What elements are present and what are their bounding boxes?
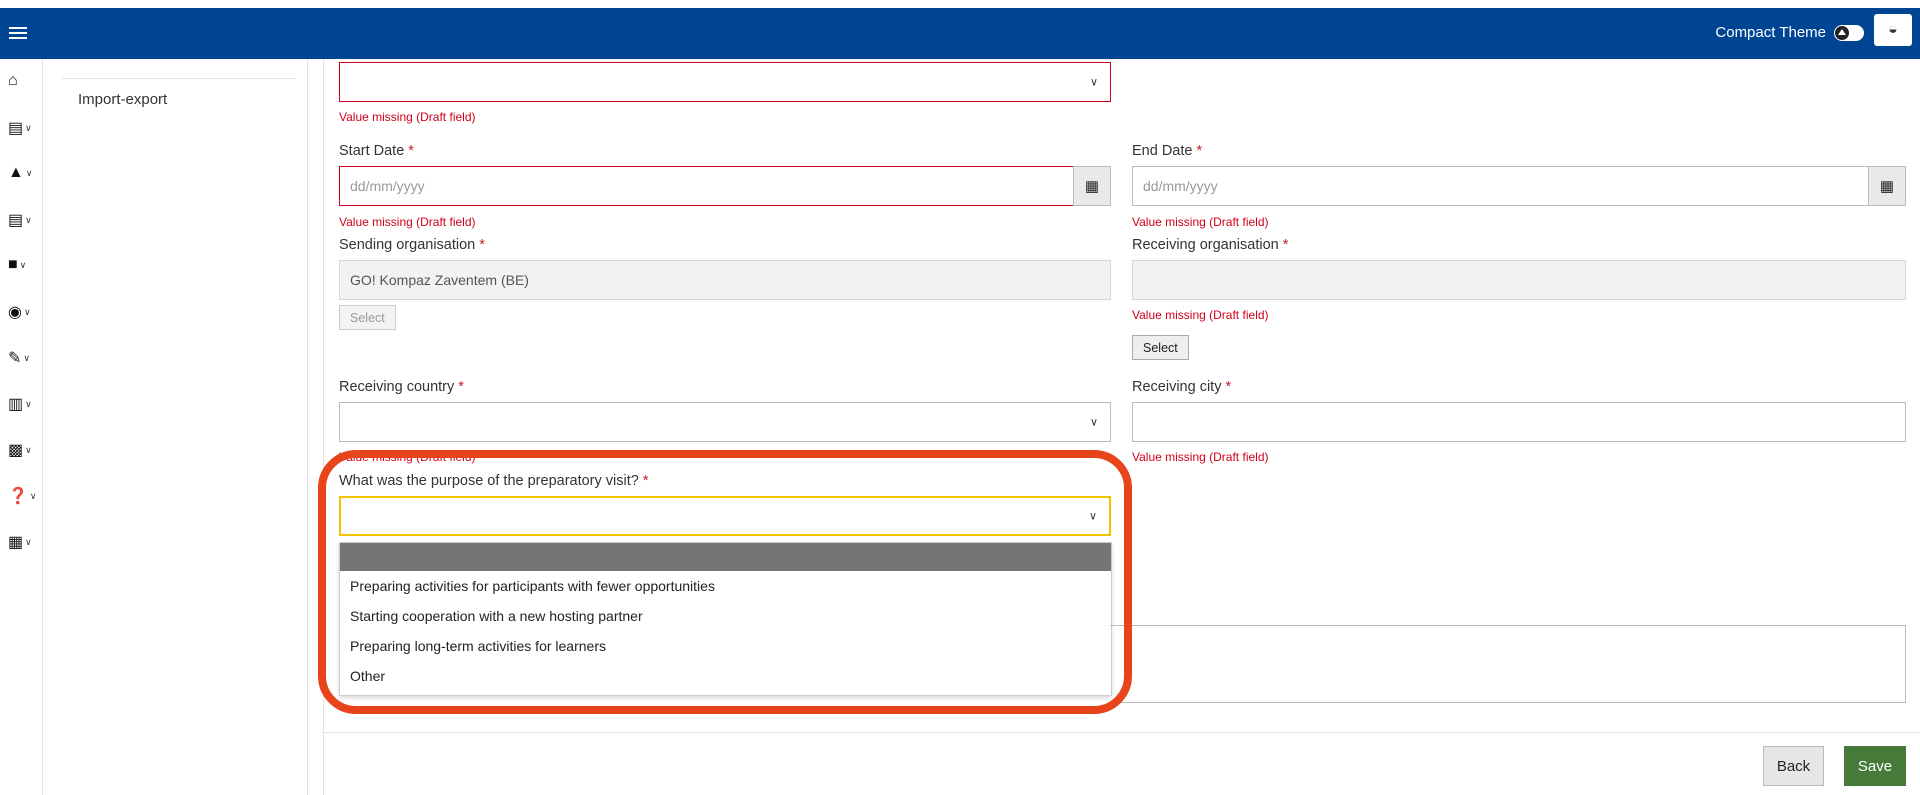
- toggle-switch[interactable]: [1834, 24, 1864, 41]
- sending-org-select-button[interactable]: Select: [339, 305, 396, 330]
- end-date-input[interactable]: dd/mm/yyyy: [1132, 166, 1870, 206]
- building-icon[interactable]: ▥ ∨: [8, 394, 32, 414]
- chevron-down-icon: ∨: [1089, 416, 1098, 429]
- start-date-label: Start Date *: [339, 143, 414, 159]
- description-textarea[interactable]: [1110, 625, 1906, 703]
- library-icon[interactable]: ▦ ∨: [8, 532, 32, 552]
- dropdown-highlighted-option[interactable]: [340, 543, 1111, 571]
- document-icon[interactable]: ▤ ∨: [8, 210, 32, 230]
- receiving-org-select-button[interactable]: Select: [1132, 335, 1189, 360]
- receiving-city-input[interactable]: [1132, 402, 1906, 442]
- icon-rail: ⌂ ▤ ∨ ▲ ∨ ▤ ∨ ■ ∨ ◉ ∨ ✎ ∨ ▥ ∨ ▩ ∨ ❓ ∨ ▦ ∨: [0, 59, 43, 795]
- footer-divider: [324, 732, 1920, 733]
- signature-icon[interactable]: ✎ ∨: [8, 348, 30, 368]
- save-button[interactable]: Save: [1844, 746, 1906, 786]
- receiving-country-error: Value missing (Draft field): [339, 450, 476, 464]
- chevron-down-icon: ∨: [1089, 76, 1098, 89]
- calendar-icon[interactable]: ▦: [1073, 166, 1111, 206]
- purpose-select[interactable]: ∨: [339, 496, 1111, 536]
- top-error: Value missing (Draft field): [339, 110, 476, 124]
- receiving-country-label: Receiving country *: [339, 379, 464, 395]
- start-date-placeholder: dd/mm/yyyy: [350, 178, 425, 194]
- end-date-label: End Date *: [1132, 143, 1203, 159]
- gamepad-icon[interactable]: ◉ ∨: [8, 302, 31, 322]
- hamburger-icon[interactable]: [9, 24, 27, 42]
- end-date-error: Value missing (Draft field): [1132, 215, 1269, 229]
- import-export-link[interactable]: Import-export: [78, 91, 167, 108]
- purpose-label: What was the purpose of the preparatory …: [339, 473, 649, 489]
- end-date-placeholder: dd/mm/yyyy: [1143, 178, 1218, 194]
- chevron-down-icon: ∨: [1088, 510, 1097, 523]
- sending-org-field: GO! Kompaz Zaventem (BE): [339, 260, 1111, 300]
- dropdown-option[interactable]: Preparing activities for participants wi…: [340, 571, 1111, 601]
- hand-icon[interactable]: ■ ∨: [8, 256, 26, 274]
- divider: [62, 78, 295, 79]
- dropdown-option[interactable]: Starting cooperation with a new hosting …: [340, 601, 1111, 631]
- start-date-error: Value missing (Draft field): [339, 215, 476, 229]
- help-icon[interactable]: ❓ ∨: [8, 486, 37, 506]
- receiving-city-label: Receiving city *: [1132, 379, 1232, 395]
- calendar-icon[interactable]: ▦: [1868, 166, 1906, 206]
- sending-org-value: GO! Kompaz Zaventem (BE): [350, 272, 529, 288]
- home-icon[interactable]: ⌂: [8, 72, 18, 90]
- dropdown-option[interactable]: Other: [340, 661, 1111, 691]
- paint-bucket-icon[interactable]: ◒: [1874, 14, 1912, 46]
- compact-theme-label: Compact Theme: [1715, 24, 1826, 41]
- sub-navigation: Import-export: [50, 59, 308, 795]
- sending-org-label: Sending organisation *: [339, 237, 485, 253]
- receiving-city-error: Value missing (Draft field): [1132, 450, 1269, 464]
- top-select[interactable]: ∨: [339, 62, 1111, 102]
- bar-chart-icon[interactable]: ▩ ∨: [8, 440, 32, 460]
- purpose-dropdown-list: Preparing activities for participants wi…: [339, 542, 1112, 696]
- compact-theme-toggle[interactable]: Compact Theme: [1715, 24, 1864, 41]
- institution-icon[interactable]: ▤ ∨: [8, 118, 32, 138]
- dropdown-option[interactable]: Preparing long-term activities for learn…: [340, 631, 1111, 661]
- receiving-org-label: Receiving organisation *: [1132, 237, 1289, 253]
- receiving-org-field: [1132, 260, 1906, 300]
- receiving-country-select[interactable]: ∨: [339, 402, 1111, 442]
- top-bar: Compact Theme ◒: [0, 8, 1920, 59]
- megaphone-icon[interactable]: ▲ ∨: [8, 164, 32, 182]
- start-date-input[interactable]: dd/mm/yyyy: [339, 166, 1075, 206]
- receiving-org-error: Value missing (Draft field): [1132, 308, 1269, 322]
- back-button[interactable]: Back: [1763, 746, 1824, 786]
